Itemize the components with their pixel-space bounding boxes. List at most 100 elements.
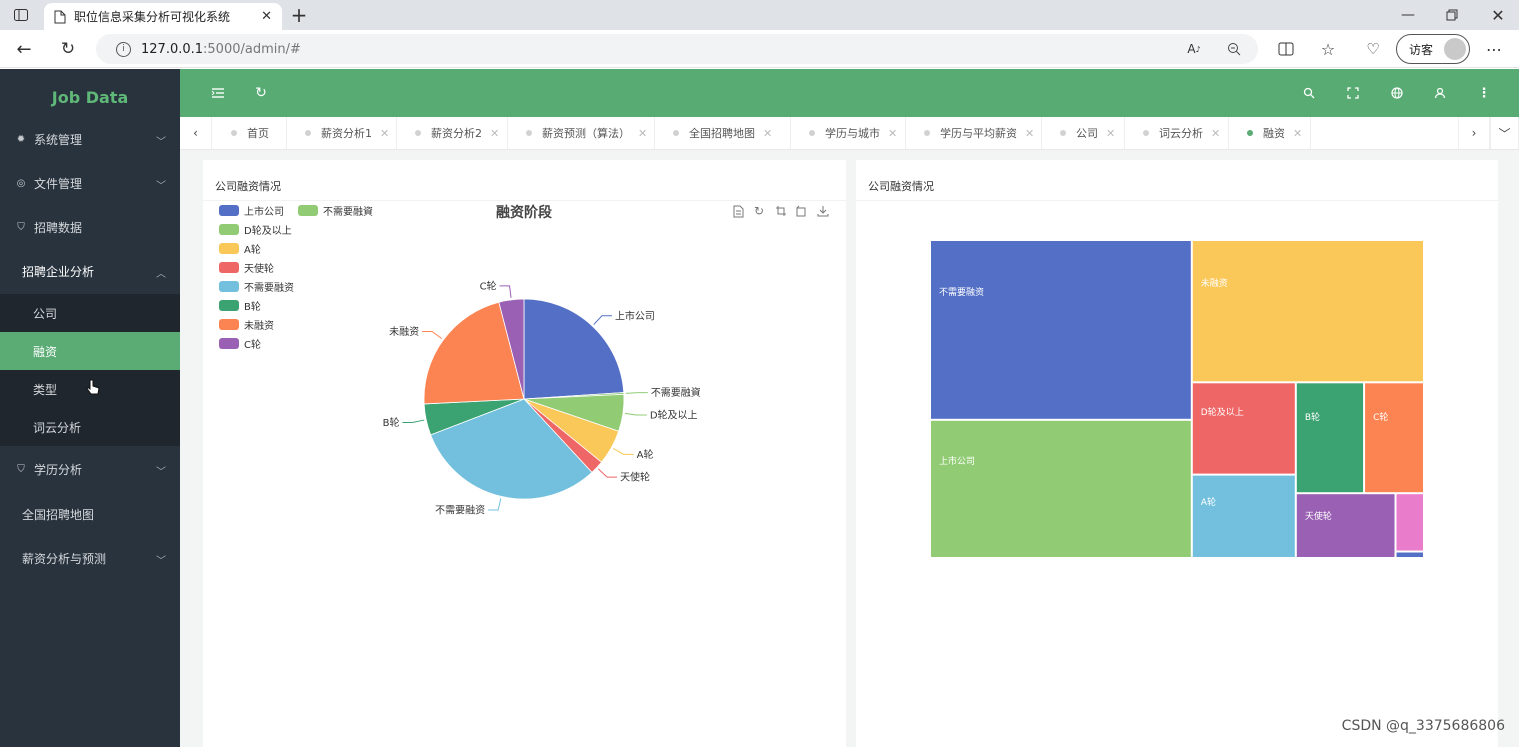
legend-item[interactable]: A轮 [219,241,261,256]
reload-icon[interactable]: ↻ [58,39,78,59]
pie-slice-label: 不需要融資 [651,387,701,399]
legend-item[interactable]: 上市公司 [219,203,284,218]
treemap-node-label: 未融资 [1200,278,1228,289]
treemap-node[interactable] [931,420,1191,557]
tab-close-icon[interactable]: ✕ [1106,127,1115,140]
sidebar-item-company-analysis[interactable]: 招聘企业分析 ︿ [0,249,180,293]
tab-close-icon[interactable]: ✕ [888,127,897,140]
legend-item[interactable]: B轮 [219,298,261,313]
tab-7[interactable]: 公司 ✕ [1042,117,1125,149]
legend-item[interactable]: 未融资 [219,317,274,332]
tab-close-icon[interactable]: ✕ [1025,127,1034,140]
pie-slice[interactable] [523,298,625,400]
pie-label-line [612,448,634,455]
save-image-icon[interactable] [816,204,830,218]
tab-label: 学历与平均薪资 [940,127,1017,140]
info-icon[interactable]: i [116,41,131,57]
tab-close-icon[interactable]: ✕ [1293,127,1302,140]
pie-label-line [402,419,425,424]
globe-icon[interactable] [1387,83,1407,103]
treemap-node[interactable] [1396,494,1423,551]
treemap-node[interactable] [1365,383,1423,493]
legend-item[interactable]: 不需要融資 [298,203,373,218]
sidebar-subitem-financing[interactable]: 融资 [0,332,180,370]
zoom-icon[interactable] [1224,39,1244,59]
browser-tab-title: 职位信息采集分析可视化系统 [74,10,231,24]
treemap-node[interactable] [1192,475,1295,557]
tab-scroll-right-icon[interactable]: › [1458,117,1490,149]
tab-close-icon[interactable]: ✕ [1211,127,1220,140]
minimize-icon[interactable]: — [1398,5,1418,25]
sidebar-item-recruit-data[interactable]: ⛉ 招聘数据 [0,205,180,249]
fullscreen-icon[interactable] [1343,83,1363,103]
profile-label: 访客 [1409,42,1434,57]
legend-item[interactable]: 不需要融资 [219,279,294,294]
tab-9[interactable]: 融资 ✕ [1229,117,1311,149]
sidebar-item-label: 系统管理 [34,132,83,147]
sidebar-item-education[interactable]: ⛉ 学历分析 ﹀ [0,447,180,491]
tab-6[interactable]: 学历与平均薪资 ✕ [906,117,1042,149]
sidebar-item-national-map[interactable]: 全国招聘地图 [0,492,180,536]
legend-item[interactable]: 天使轮 [219,260,274,275]
tab-close-icon[interactable]: ✕ [380,127,389,140]
tab-dropdown-icon[interactable]: ﹀ [1490,117,1519,149]
restore-icon[interactable]: ↻ [752,204,766,218]
profile-button[interactable]: 访客 [1396,34,1470,64]
favorites-icon[interactable]: ☆ [1318,39,1338,59]
menu-fold-icon[interactable] [208,83,228,103]
magic-alt-icon[interactable] [795,204,809,218]
legend-item[interactable]: D轮及以上 [219,222,292,237]
sidebar-toggle-icon[interactable] [12,6,30,24]
more-vertical-icon[interactable]: ⋮ [1474,83,1494,103]
close-icon[interactable]: ✕ [261,9,272,24]
treemap-node[interactable] [1192,383,1295,474]
tab-2[interactable]: 薪资分析2 ✕ [397,117,508,149]
treemap-node[interactable] [1296,383,1364,493]
read-aloud-icon[interactable]: A ♪ [1184,39,1204,59]
sidebar-subitem-type[interactable]: 类型 [0,370,180,408]
magic-icon[interactable] [774,204,788,218]
legend-swatch [219,243,239,254]
tab-label: 薪资预测（算法） [542,127,630,140]
sidebar-item-system[interactable]: ✹ 系统管理 ﹀ [0,117,180,161]
tab-scroll-left-icon[interactable]: ‹ [180,117,212,149]
legend-swatch [219,319,239,330]
tab-5[interactable]: 学历与城市 ✕ [791,117,906,149]
tab-8[interactable]: 词云分析 ✕ [1125,117,1229,149]
user-icon[interactable] [1430,83,1450,103]
legend-item[interactable]: C轮 [219,336,261,351]
treemap-node[interactable] [1396,552,1423,557]
treemap-node[interactable] [1296,494,1395,557]
sidebar-item-salary[interactable]: 薪资分析与预测 ﹀ [0,536,180,580]
restore-icon[interactable] [1442,5,1462,25]
tab-close-icon[interactable]: ✕ [638,127,647,140]
pie-label-line [499,285,512,298]
back-icon[interactable]: ← [14,39,34,60]
data-view-icon[interactable] [731,204,745,218]
browser-tab[interactable]: 职位信息采集分析可视化系统 ✕ [44,3,282,30]
tab-close-icon[interactable]: ✕ [490,127,499,140]
refresh-icon[interactable]: ↻ [251,83,271,103]
tab-0[interactable]: 首页 [213,117,287,149]
sidebar-item-files[interactable]: ◎ 文件管理 ﹀ [0,161,180,205]
treemap-node[interactable] [1192,241,1423,382]
close-window-icon[interactable]: ✕ [1488,5,1508,25]
search-icon[interactable] [1299,83,1319,103]
shield-icon: ⛉ [17,221,25,233]
url-field[interactable]: i 127.0.0.1:5000/admin/# [96,34,1258,64]
treemap-node-label: 上市公司 [939,457,976,468]
browser-essentials-icon[interactable]: ♡ [1362,39,1384,59]
tab-1[interactable]: 薪资分析1 ✕ [287,117,397,149]
pie-slice-label: C轮 [480,279,497,292]
tab-3[interactable]: 薪资预测（算法） ✕ [508,117,655,149]
sidebar-subitem-wordcloud[interactable]: 词云分析 [0,408,180,446]
split-screen-icon[interactable] [1276,39,1296,59]
tab-4[interactable]: 全国招聘地图 ✕ [655,117,791,149]
sidebar-subitem-company[interactable]: 公司 [0,294,180,332]
chevron-down-icon: ﹀ [156,556,166,567]
tab-close-icon[interactable]: ✕ [763,127,772,140]
plus-icon[interactable]: + [288,3,310,27]
more-icon[interactable]: ⋯ [1484,39,1504,59]
treemap-node[interactable] [931,241,1191,419]
tab-label: 融资 [1263,127,1285,140]
